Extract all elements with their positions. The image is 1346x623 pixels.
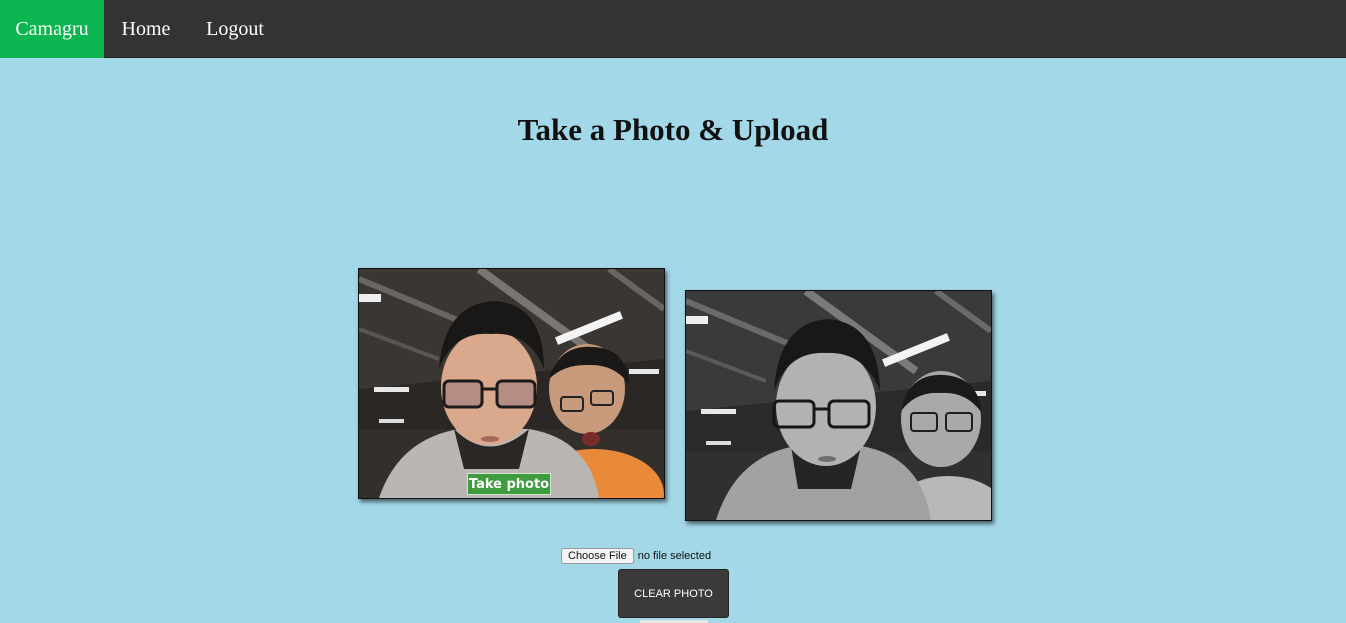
top-navigation-bar: Camagru Home Logout [0,0,1346,58]
webcam-video: Take photo [358,268,665,499]
page-title: Take a Photo & Upload [517,112,829,147]
choose-file-button[interactable]: Choose File [561,548,634,564]
file-status-text: no file selected [637,550,712,562]
nav-link-home[interactable]: Home [104,0,188,58]
captured-photo-image [686,291,991,520]
nav-link-logout[interactable]: Logout [188,0,282,58]
take-photo-button[interactable]: Take photo [467,473,551,495]
file-upload-control: Choose File no file selected [561,548,711,564]
webcam-video-image [359,269,664,498]
nav-brand-camagru[interactable]: Camagru [0,0,104,58]
captured-photo [685,290,992,521]
clear-photo-button[interactable]: CLEAR PHOTO [618,569,729,618]
